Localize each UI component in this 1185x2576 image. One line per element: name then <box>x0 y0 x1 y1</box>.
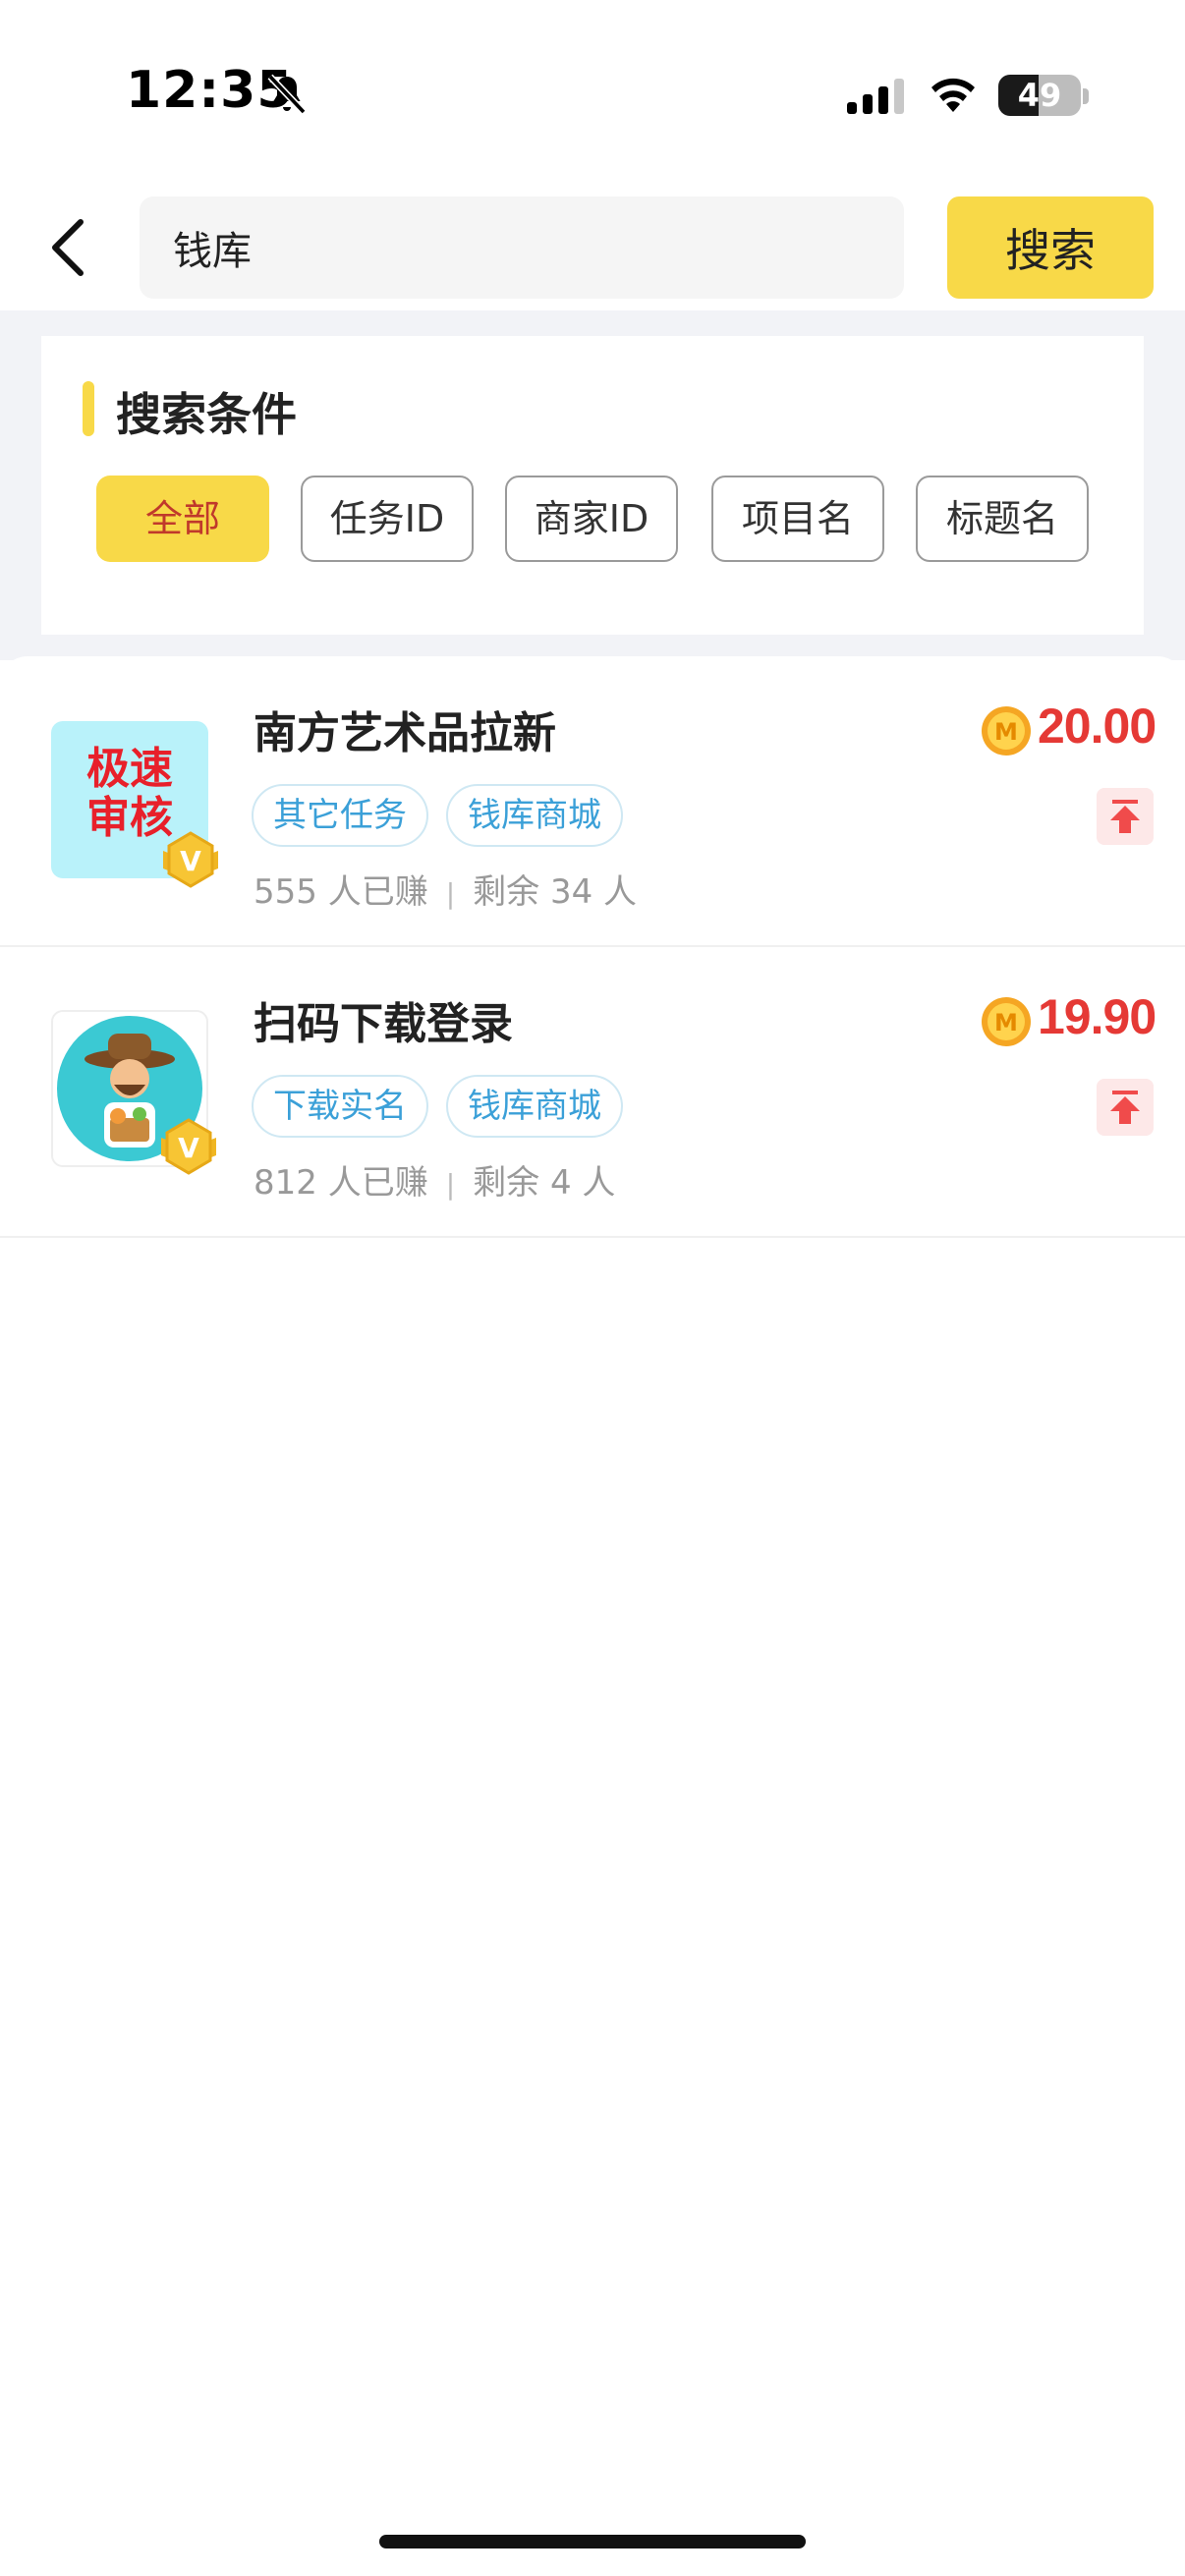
stats-separator: | <box>445 1168 456 1201</box>
filter-task-id[interactable]: 任务ID <box>301 476 474 562</box>
task-tag: 钱库商城 <box>446 784 623 847</box>
filter-merchant-id[interactable]: 商家ID <box>505 476 678 562</box>
task-title: 南方艺术品拉新 <box>254 708 556 758</box>
task-tag: 其它任务 <box>252 784 428 847</box>
task-row[interactable]: 极速 审核 V 南方艺术品拉新 其它任务 钱库商城 555 人已赚 | 剩余 34 人… <box>0 656 1185 947</box>
back-arrow-icon[interactable] <box>39 208 102 287</box>
task-list: 极速 审核 V 南方艺术品拉新 其它任务 钱库商城 555 人已赚 | 剩余 34 人… <box>0 656 1185 2474</box>
criteria-accent-bar <box>83 381 94 436</box>
bell-slash-icon <box>267 74 307 115</box>
task-earned: 555 人已赚 <box>254 872 428 912</box>
signal-icon <box>847 79 904 114</box>
verified-badge-icon: V <box>161 1118 216 1175</box>
thumbnail-text: 极速 审核 <box>86 744 173 843</box>
svg-text:V: V <box>180 845 201 877</box>
coin-icon: M <box>982 706 1031 756</box>
search-criteria-panel: 搜索条件 全部 任务ID 商家ID 项目名 标题名 <box>41 336 1144 635</box>
coin-icon: M <box>982 997 1031 1046</box>
task-price: 20.00 <box>1038 699 1157 754</box>
verified-badge-icon: V <box>163 831 218 888</box>
battery-icon: 49 <box>998 75 1081 116</box>
task-tag: 钱库商城 <box>446 1075 623 1138</box>
status-bar: 12:35 49 搜索 <box>0 0 1185 299</box>
pin-top-icon[interactable] <box>1097 788 1154 845</box>
task-tag: 下载实名 <box>252 1075 428 1138</box>
task-row[interactable]: V 扫码下载登录 下载实名 钱库商城 812 人已赚 | 剩余 4 人 M 19.9… <box>0 947 1185 1238</box>
wifi-icon <box>931 78 975 112</box>
task-earned: 812 人已赚 <box>254 1163 428 1203</box>
battery-nub <box>1083 88 1089 104</box>
criteria-title: 搜索条件 <box>116 388 297 441</box>
task-thumbnail: 极速 审核 V <box>51 721 218 888</box>
stats-separator: | <box>445 877 456 910</box>
search-button[interactable]: 搜索 <box>947 196 1154 299</box>
task-price: 19.90 <box>1038 989 1157 1044</box>
task-remaining: 剩余 34 人 <box>473 872 638 912</box>
svg-text:M: M <box>994 1009 1018 1036</box>
task-remaining: 剩余 4 人 <box>473 1163 616 1203</box>
svg-text:M: M <box>994 718 1018 746</box>
search-input[interactable] <box>140 196 904 299</box>
filter-all[interactable]: 全部 <box>96 476 269 562</box>
task-stats: 812 人已赚 | 剩余 4 人 <box>254 1155 615 1204</box>
filter-title-name[interactable]: 标题名 <box>916 476 1089 562</box>
home-indicator[interactable] <box>379 2535 806 2548</box>
pin-top-icon[interactable] <box>1097 1079 1154 1136</box>
task-thumbnail: V <box>51 1010 216 1175</box>
filter-project-name[interactable]: 项目名 <box>711 476 884 562</box>
task-stats: 555 人已赚 | 剩余 34 人 <box>254 865 637 913</box>
svg-text:V: V <box>178 1132 199 1164</box>
battery-percent: 49 <box>1017 77 1062 114</box>
task-title: 扫码下载登录 <box>254 999 513 1049</box>
